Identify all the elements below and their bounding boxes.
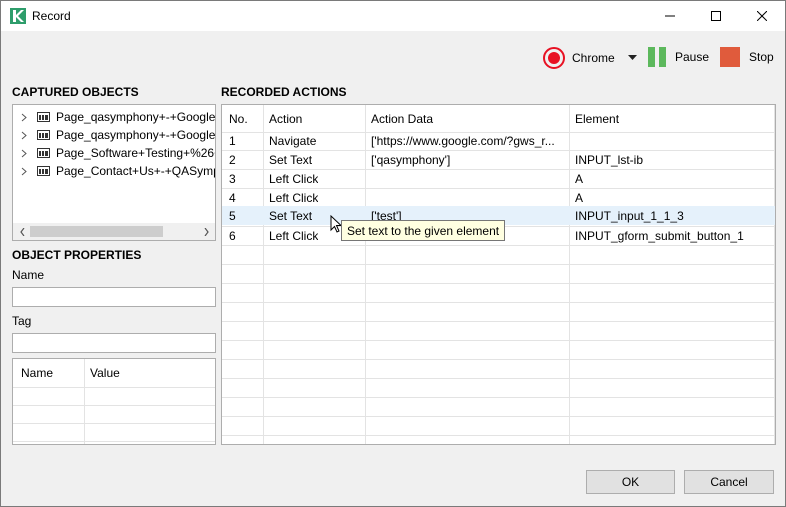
table-row[interactable]: 3 Left Click A bbox=[222, 169, 775, 188]
horizontal-scrollbar[interactable] bbox=[13, 223, 215, 240]
name-label: Name bbox=[12, 268, 45, 282]
scroll-left-icon[interactable] bbox=[16, 226, 28, 237]
row-divider bbox=[222, 416, 775, 417]
cell-action-data: ['qasymphony'] bbox=[371, 152, 451, 167]
browser-selector[interactable]: Chrome bbox=[543, 47, 637, 69]
cell-element: A bbox=[575, 190, 584, 205]
tag-label: Tag bbox=[12, 314, 32, 328]
dropdown-arrow-icon[interactable] bbox=[627, 55, 637, 61]
cell-element: INPUT_input_1_1_3 bbox=[575, 208, 684, 223]
cell-action: Set Text bbox=[269, 208, 313, 223]
tag-field[interactable] bbox=[12, 333, 216, 353]
cell-no: 6 bbox=[229, 228, 236, 243]
cell-no: 3 bbox=[229, 171, 236, 186]
cell-action: Navigate bbox=[269, 133, 317, 148]
cell-no: 4 bbox=[229, 190, 236, 205]
row-divider bbox=[222, 321, 775, 322]
tree-item[interactable]: Page_qasymphony+-+Google bbox=[13, 126, 215, 144]
scrollbar-thumb[interactable] bbox=[30, 226, 163, 237]
window-title: Record bbox=[32, 9, 71, 23]
minimize-button[interactable] bbox=[647, 1, 693, 31]
stop-label: Stop bbox=[749, 50, 774, 64]
row-divider bbox=[222, 340, 775, 341]
cell-element: INPUT_lst-ib bbox=[575, 152, 644, 167]
tree-item-label: Page_qasymphony+-+Google bbox=[56, 128, 216, 142]
cell-action: Left Click bbox=[269, 228, 319, 243]
record-dialog: Record Chrome Pause Stop CAPTURED OBJECT… bbox=[0, 0, 786, 507]
row-divider bbox=[13, 441, 215, 442]
row-divider bbox=[222, 302, 775, 303]
cell-action: Left Click bbox=[269, 190, 319, 205]
row-divider bbox=[222, 264, 775, 265]
object-properties-title: OBJECT PROPERTIES bbox=[12, 248, 142, 262]
tree-item-label: Page_Software+Testing+%26+ bbox=[56, 146, 216, 160]
expand-chevron-icon[interactable] bbox=[21, 149, 33, 158]
expand-chevron-icon[interactable] bbox=[21, 167, 33, 176]
cell-action-data: ['https://www.google.com/?gws_r... bbox=[371, 133, 555, 148]
title-bar: Record bbox=[1, 1, 785, 31]
page-icon bbox=[37, 148, 50, 158]
tree-item-label: Page_Contact+Us+-+QASymp bbox=[56, 164, 216, 178]
katalon-logo-icon bbox=[10, 8, 26, 24]
browser-label: Chrome bbox=[572, 51, 615, 65]
close-button[interactable] bbox=[739, 1, 785, 31]
column-header-no[interactable]: No. bbox=[229, 105, 248, 132]
record-icon bbox=[543, 47, 565, 69]
column-header-action[interactable]: Action bbox=[269, 105, 302, 132]
cell-element: INPUT_gform_submit_button_1 bbox=[575, 228, 744, 243]
properties-table[interactable]: Name Value bbox=[12, 358, 216, 445]
maximize-button[interactable] bbox=[693, 1, 739, 31]
cell-action: Set Text bbox=[269, 152, 313, 167]
row-divider bbox=[222, 245, 775, 246]
row-divider bbox=[13, 423, 215, 424]
table-row[interactable]: 2 Set Text ['qasymphony'] INPUT_lst-ib bbox=[222, 150, 775, 169]
page-icon bbox=[37, 112, 50, 122]
row-divider bbox=[222, 435, 775, 436]
captured-objects-title: CAPTURED OBJECTS bbox=[12, 85, 139, 99]
cell-no: 5 bbox=[229, 208, 236, 223]
tooltip: Set text to the given element bbox=[341, 220, 506, 241]
column-header-element[interactable]: Element bbox=[575, 105, 619, 132]
tree-item-label: Page_qasymphony+-+Google bbox=[56, 110, 216, 124]
table-row[interactable]: 4 Left Click A bbox=[222, 188, 775, 207]
maximize-icon bbox=[711, 11, 721, 21]
expand-chevron-icon[interactable] bbox=[21, 113, 33, 122]
captured-objects-tree[interactable]: Page_qasymphony+-+Google Page_qasymphony… bbox=[12, 104, 216, 241]
tree-item[interactable]: Page_Software+Testing+%26+ bbox=[13, 144, 216, 162]
column-header-name[interactable]: Name bbox=[21, 359, 53, 387]
minimize-icon bbox=[665, 15, 675, 17]
column-divider bbox=[84, 359, 85, 444]
row-divider bbox=[13, 387, 215, 388]
stop-button[interactable]: Stop bbox=[720, 47, 774, 67]
tree-item[interactable]: Page_qasymphony+-+Google bbox=[13, 108, 215, 126]
column-header-action-data[interactable]: Action Data bbox=[371, 105, 433, 132]
ok-button[interactable]: OK bbox=[586, 470, 675, 494]
cell-no: 2 bbox=[229, 152, 236, 167]
row-divider bbox=[222, 378, 775, 379]
cell-element: A bbox=[575, 171, 584, 186]
pause-icon bbox=[648, 47, 666, 67]
row-divider bbox=[13, 405, 215, 406]
tree-item[interactable]: Page_Contact+Us+-+QASymp bbox=[13, 162, 216, 180]
expand-chevron-icon[interactable] bbox=[21, 131, 33, 140]
cell-no: 1 bbox=[229, 133, 236, 148]
row-divider bbox=[222, 283, 775, 284]
table-row[interactable]: 1 Navigate ['https://www.google.com/?gws… bbox=[222, 131, 775, 150]
scroll-right-icon[interactable] bbox=[200, 226, 212, 237]
stop-icon bbox=[720, 47, 740, 67]
pause-button[interactable]: Pause bbox=[648, 47, 709, 67]
column-header-value[interactable]: Value bbox=[90, 359, 120, 387]
page-icon bbox=[37, 166, 50, 176]
row-divider bbox=[222, 359, 775, 360]
cell-action: Left Click bbox=[269, 171, 319, 186]
pause-label: Pause bbox=[675, 50, 710, 64]
name-field[interactable] bbox=[12, 287, 216, 307]
cancel-button[interactable]: Cancel bbox=[684, 470, 774, 494]
recorded-actions-title: RECORDED ACTIONS bbox=[221, 85, 347, 99]
close-icon bbox=[757, 11, 767, 21]
recorded-actions-table[interactable]: No. Action Action Data Element 1 Navigat… bbox=[221, 104, 776, 445]
row-divider bbox=[222, 397, 775, 398]
page-icon bbox=[37, 130, 50, 140]
